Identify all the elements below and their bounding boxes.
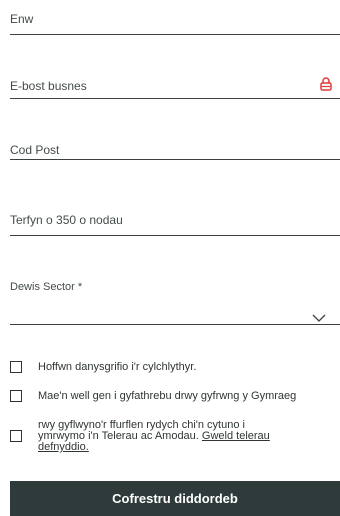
message-label: Terfyn o 350 o nodau [10, 213, 123, 227]
chevron-down-icon [312, 309, 326, 322]
welsh-language-label: Mae'n well gen i gyfathrebu drwy gyfrwng… [38, 390, 297, 402]
sector-label: Dewis Sector * [10, 281, 83, 293]
submit-button[interactable]: Cofrestru diddordeb [10, 481, 340, 516]
sector-select[interactable]: Dewis Sector * [10, 270, 340, 326]
email-underline [10, 98, 340, 99]
email-field[interactable]: E-bost busnes [10, 60, 340, 100]
newsletter-checkbox[interactable] [10, 361, 22, 373]
terms-checkbox[interactable] [10, 430, 22, 442]
terms-option[interactable]: rwy gyflwyno'r ffurflen rydych chi'n cyt… [10, 420, 340, 468]
welsh-language-option[interactable]: Mae'n well gen i gyfathrebu drwy gyfrwng… [10, 390, 340, 406]
terms-link[interactable]: Gweld telerau [202, 430, 270, 442]
terms-link-continued[interactable]: defnyddio. [38, 441, 89, 453]
message-field[interactable]: Terfyn o 350 o nodau [10, 195, 340, 237]
postcode-label: Cod Post [10, 143, 60, 157]
postcode-underline [10, 159, 340, 160]
name-field[interactable]: Enw [10, 0, 340, 36]
welsh-language-checkbox[interactable] [10, 390, 22, 402]
email-label: E-bost busnes [10, 79, 87, 93]
sector-underline [10, 324, 340, 325]
terms-link-line3: defnyddio. [38, 442, 89, 453]
message-underline [10, 235, 340, 236]
postcode-field[interactable]: Cod Post [10, 125, 340, 161]
name-label: Enw [10, 12, 34, 26]
newsletter-label: Hoffwn danysgrifio i'r cylchlythyr. [38, 361, 197, 373]
name-underline [10, 34, 340, 35]
newsletter-option[interactable]: Hoffwn danysgrifio i'r cylchlythyr. [10, 361, 340, 377]
lock-icon [320, 77, 332, 91]
